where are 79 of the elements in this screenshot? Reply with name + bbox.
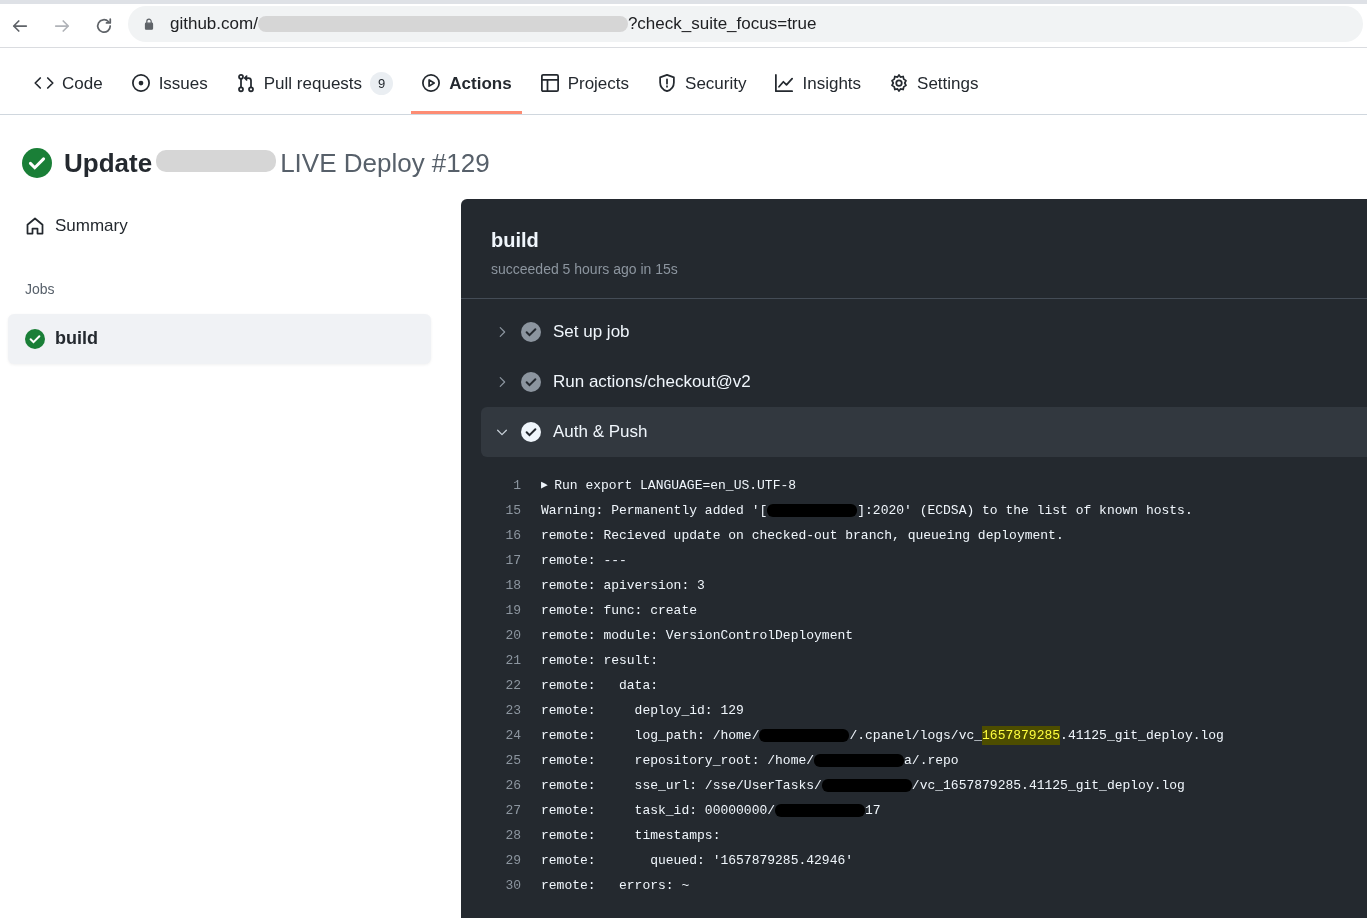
play-icon	[421, 73, 442, 94]
line-number: 1	[512, 476, 522, 495]
repo-tab[interactable]: Security	[647, 70, 757, 114]
log-text: 17	[865, 801, 881, 820]
step-row[interactable]: Auth & Push	[481, 407, 1367, 457]
url-text: ?check_suite_focus=true	[627, 12, 817, 35]
log-text: remote: apiversion: 3	[541, 576, 705, 595]
line-number: 28	[504, 826, 522, 845]
run-title: Update	[64, 147, 153, 178]
line-number: 20	[504, 626, 522, 645]
line-number: 18	[504, 576, 522, 595]
summary-link[interactable]: Summary	[8, 199, 145, 253]
log-text: a/.repo	[904, 751, 959, 770]
log-text: remote: Recieved update on checked-out branch, queueing deployment.	[541, 526, 1064, 545]
counter-badge: 9	[370, 71, 394, 95]
repo-tab[interactable]: Projects	[529, 70, 640, 114]
highlighted-text: 1657879285	[982, 725, 1061, 746]
job-item[interactable]: build	[8, 313, 431, 364]
line-number: 15	[504, 501, 522, 520]
success-icon	[22, 148, 52, 178]
check-circle-icon	[521, 372, 541, 392]
lock-icon	[142, 16, 156, 31]
line-number: 16	[504, 526, 522, 545]
line-number: 19	[504, 601, 522, 620]
home-icon	[25, 215, 45, 236]
job-title: build	[491, 228, 540, 253]
step-row[interactable]: Set up job	[481, 307, 1367, 357]
line-number: 25	[504, 751, 522, 770]
expand-toggle[interactable]: ▶	[541, 477, 555, 494]
log-text: Run export LANGUAGE=en_US.UTF-8	[554, 476, 797, 495]
line-number: 21	[504, 651, 522, 670]
url-text: github.com/	[170, 12, 258, 35]
log-text: remote: timestamps:	[541, 826, 721, 845]
step-row[interactable]: Run actions/checkout@v2	[481, 357, 1367, 407]
log-text: remote: deploy_id: 129	[541, 701, 744, 720]
log-text: remote: task_id: 00000000/	[541, 801, 776, 820]
pull-request-icon	[235, 73, 256, 94]
repo-tab[interactable]: Code	[24, 70, 113, 114]
log-text: remote: queued: '1657879285.42946'	[541, 851, 854, 870]
job-status: succeeded 5 hours ago in 15s	[491, 260, 679, 279]
jobs-heading: Jobs	[24, 279, 56, 299]
repo-tab[interactable]: Issues	[120, 70, 218, 114]
repo-tab[interactable]: Pull requests 9	[225, 70, 404, 114]
log-text: Warning: Permanently added '[	[541, 501, 768, 520]
line-number: 29	[504, 851, 522, 870]
line-number: 27	[504, 801, 522, 820]
log-text: remote: result:	[541, 651, 659, 670]
log-text: remote: repository_root: /home/	[541, 751, 815, 770]
repo-tab[interactable]: Actions	[411, 70, 522, 114]
log-text: remote: func: create	[541, 601, 698, 620]
reload-icon	[94, 15, 114, 36]
line-number: 26	[504, 776, 522, 795]
issue-icon	[130, 73, 151, 94]
log-text: .41125_git_deploy.log	[1060, 726, 1224, 745]
log-text: remote: errors: ~	[541, 876, 690, 895]
success-icon	[25, 328, 45, 349]
check-circle-icon	[521, 322, 541, 342]
line-number: 24	[504, 726, 522, 745]
log-text: /.cpanel/logs/vc_	[849, 726, 983, 745]
shield-icon	[657, 73, 678, 94]
repo-tab[interactable]: Settings	[879, 70, 989, 114]
line-number: 23	[504, 701, 522, 720]
line-number: 22	[504, 676, 522, 695]
check-circle-icon	[521, 422, 541, 442]
table-icon	[539, 73, 560, 94]
line-number: 30	[504, 876, 522, 895]
log-text: remote: log_path: /home/	[541, 726, 760, 745]
line-number: 17	[504, 551, 522, 570]
run-title: LIVE Deploy #129	[280, 147, 490, 178]
repo-tab[interactable]: Insights	[764, 70, 872, 114]
log-text: remote: ---	[541, 551, 627, 570]
graph-icon	[774, 73, 795, 94]
log-text: remote: module: VersionControlDeployment	[541, 626, 854, 645]
gear-icon	[889, 73, 910, 94]
log-text: remote: sse_url: /sse/UserTasks/	[541, 776, 822, 795]
log-text: ]:2020' (ECDSA) to the list of known hosts.	[857, 501, 1193, 520]
log-text: /vc_1657879285.41125_git_deploy.log	[911, 776, 1185, 795]
log-text: remote: data:	[541, 676, 659, 695]
address-bar[interactable]: github.com/ ?check_suite_focus=true	[128, 5, 1363, 42]
